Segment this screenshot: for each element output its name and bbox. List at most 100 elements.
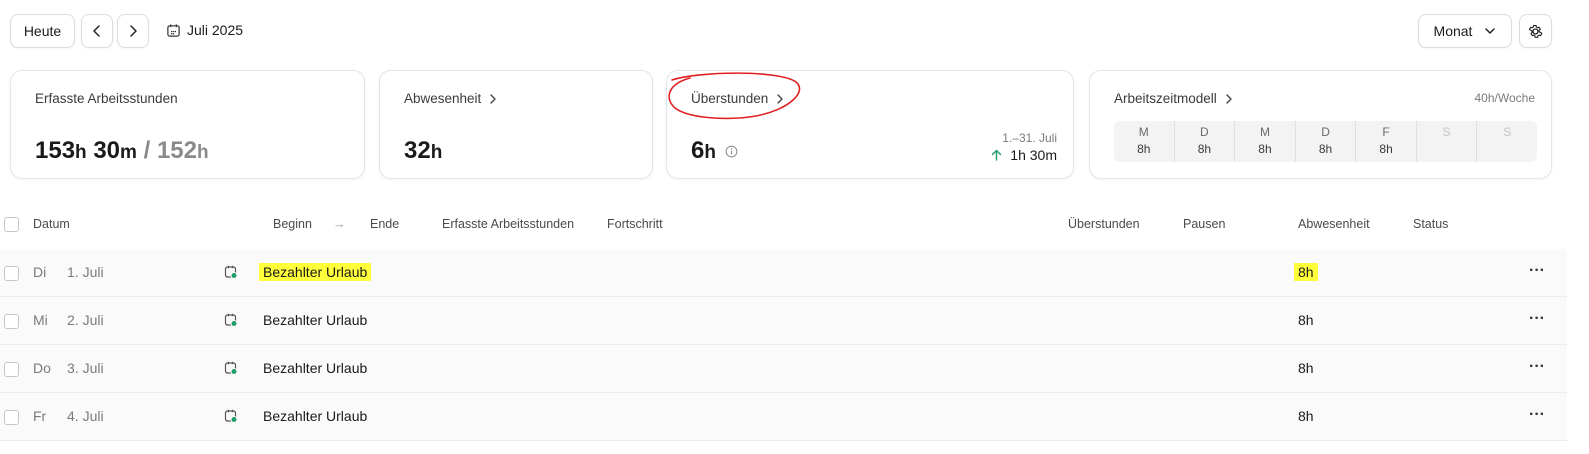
today-button-label: Heute [23,23,62,39]
table-row[interactable]: Fr 4. Juli Bezahlter Urlaub 8h ··· [0,393,1567,441]
row-absence-type-text: Bezahlter Urlaub [259,263,372,281]
col-status[interactable]: Status [1413,217,1448,231]
row-weekday: Mi [33,312,48,328]
schedule-day-label: M [1138,125,1149,139]
overtime-title-text: Überstunden [691,91,769,106]
chevron-right-icon [1226,93,1232,104]
period-picker[interactable]: Juli 2025 [166,22,243,38]
worked-hours-unit: h [75,142,87,163]
schedule-day-sat: S [1417,121,1478,162]
row-checkbox[interactable] [4,314,19,329]
schedule-day-sun: S [1477,121,1537,162]
schedule-day-hours: 8h [1318,142,1333,156]
work-model-title-text: Arbeitszeitmodell [1114,91,1217,106]
row-more-button[interactable]: ··· [1529,311,1545,327]
schedule-day-hours: 8h [1137,142,1151,156]
absence-title: Abwesenheit [404,91,499,106]
chevron-right-icon [777,93,784,104]
col-arrow: → [333,217,346,231]
row-date: 2. Juli [67,312,104,328]
row-weekday: Fr [33,408,47,424]
schedule-day-hours: 8h [1379,142,1393,156]
schedule-day-label: S [1503,125,1512,139]
table-header: Datum Beginn → Ende Erfasste Arbeitsstun… [0,212,1589,238]
row-checkbox[interactable] [4,266,19,281]
row-checkbox[interactable] [4,362,19,377]
schedule-day-thu: D 8h [1296,121,1357,162]
row-weekday: Do [33,360,51,376]
info-icon[interactable] [725,145,738,158]
overtime-delta-text: 1h 30m [1010,147,1057,163]
next-period-button[interactable] [117,14,149,48]
absence-card[interactable]: Abwesenheit 32h [379,70,653,179]
week-schedule: M 8h D 8h M 8h D 8h F 8h S S [1114,121,1537,162]
row-absence-type: Bezahlter Urlaub [263,408,368,424]
row-absence-hours: 8h [1298,360,1314,376]
col-worked[interactable]: Erfasste Arbeitsstunden [442,217,574,231]
target-hours-number: 152 [156,137,197,164]
col-progress[interactable]: Fortschritt [607,217,663,231]
row-more-button[interactable]: ··· [1529,407,1545,423]
today-button[interactable]: Heute [10,14,75,48]
target-hours-unit: h [197,142,209,163]
gear-icon [1528,24,1543,38]
schedule-day-tue: D 8h [1175,121,1236,162]
table-row[interactable]: Mi 2. Juli Bezahlter Urlaub 8h ··· [0,297,1567,345]
worked-hours-card: Erfasste Arbeitsstunden 153h 30m / 152h [10,70,365,179]
col-overtime[interactable]: Überstunden [1068,217,1140,231]
schedule-day-hours: 8h [1197,142,1212,156]
row-absence-hours: 8h [1294,263,1318,281]
schedule-day-fri: F 8h [1356,121,1417,162]
previous-period-button[interactable] [81,14,113,48]
select-all-checkbox[interactable] [4,217,19,232]
absence-unit: h [430,142,443,163]
schedule-day-label: D [1321,125,1330,139]
work-model-card[interactable]: Arbeitszeitmodell 40h/Woche M 8h D 8h M 8h … [1089,70,1552,179]
row-checkbox[interactable] [4,410,19,425]
schedule-day-wed: M 8h [1235,121,1296,162]
overtime-range: 1.–31. Juli [1002,131,1057,145]
schedule-day-label: D [1200,125,1209,139]
worked-hours-title: Erfasste Arbeitsstunden [35,91,178,106]
worked-minutes-number: 30 [93,137,121,164]
work-model-title: Arbeitszeitmodell [1114,91,1235,106]
row-absence-type: Bezahlter Urlaub [259,263,372,281]
row-date: 4. Juli [67,408,104,424]
settings-button[interactable] [1519,14,1552,48]
row-absence-type: Bezahlter Urlaub [263,312,368,328]
worked-minutes-unit: m [120,142,137,163]
calendar-status-icon [224,409,238,423]
worked-hours-value: 153h 30m / 152h [35,137,209,165]
schedule-day-label: M [1259,125,1270,139]
overtime-card[interactable]: Überstunden 6h 1.–31. Juli 1h 30m [666,70,1074,179]
overtime-title: Überstunden [691,91,786,106]
row-more-button[interactable]: ··· [1529,263,1545,279]
row-weekday: Di [33,264,47,280]
schedule-day-label: S [1442,125,1451,139]
chevron-down-icon [1485,28,1496,34]
col-breaks[interactable]: Pausen [1183,217,1225,231]
view-select[interactable]: Monat [1418,14,1512,48]
col-start[interactable]: Beginn [273,217,312,231]
col-date[interactable]: Datum [33,217,70,231]
row-absence-hours: 8h [1298,408,1314,424]
row-absence-hours: 8h [1298,312,1314,328]
chevron-right-icon [130,25,137,37]
worked-separator: / [143,137,151,164]
table-row[interactable]: Do 3. Juli Bezahlter Urlaub 8h ··· [0,345,1567,393]
row-more-button[interactable]: ··· [1529,359,1545,375]
col-end[interactable]: Ende [370,217,399,231]
col-absence[interactable]: Abwesenheit [1298,217,1370,231]
row-date: 3. Juli [67,360,104,376]
view-select-label: Monat [1433,23,1473,39]
overtime-value: 6h [691,137,738,165]
calendar-status-icon [224,313,238,327]
row-absence-type: Bezahlter Urlaub [263,360,368,376]
overtime-delta: 1h 30m [991,147,1057,163]
chevron-right-icon [490,93,497,104]
weekly-hours: 40h/Woche [1474,91,1536,105]
absence-value: 32h [404,137,442,165]
table-row[interactable]: Di 1. Juli Bezahlter Urlaub 8h ··· [0,249,1567,297]
calendar-icon [167,23,180,37]
worked-hours-number: 153 [35,137,76,164]
